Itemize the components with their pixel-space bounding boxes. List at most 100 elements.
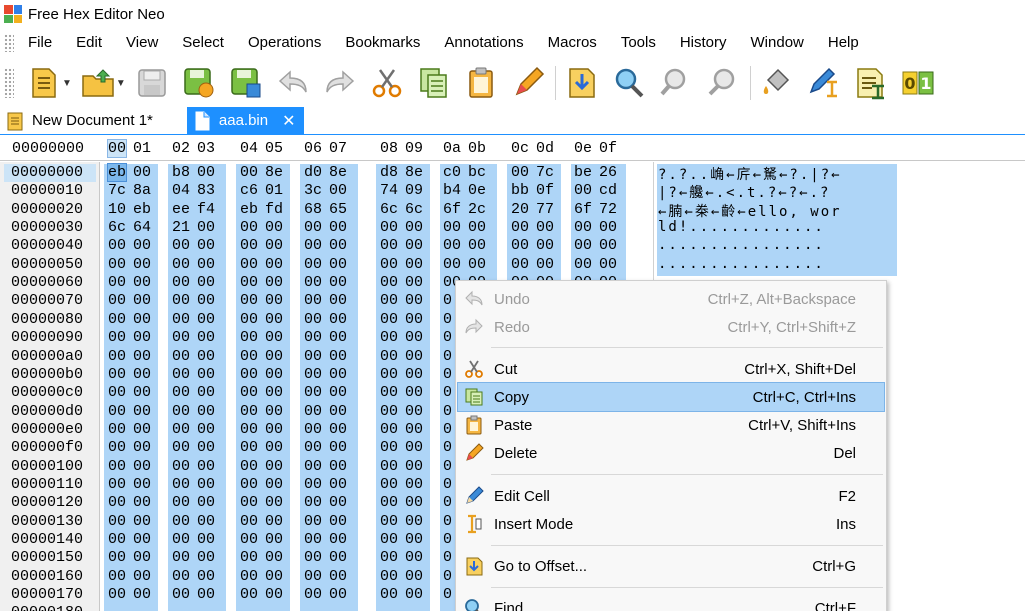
hex-byte-cell[interactable]: 00 [329,403,347,420]
insert-mode-button[interactable] [804,63,844,103]
hex-byte-cell[interactable]: 00 [304,476,322,493]
hex-byte-cell[interactable]: 01 [265,182,283,199]
hex-byte-cell[interactable]: 00 [265,311,283,328]
hex-byte-cell[interactable]: 00 [265,439,283,456]
hex-byte-cell[interactable]: bc [468,164,486,181]
hex-byte-cell[interactable]: 00 [329,274,347,291]
hex-byte-cell[interactable]: 00 [197,292,215,309]
hex-byte-cell[interactable]: 00 [133,311,151,328]
hex-byte-cell[interactable]: 00 [197,348,215,365]
hex-byte-cell[interactable]: 00 [197,237,215,254]
hex-byte-cell[interactable]: 00 [265,513,283,530]
hex-byte-cell[interactable]: 00 [133,439,151,456]
hex-byte-cell[interactable]: 00 [265,366,283,383]
hex-byte-cell[interactable]: 00 [380,513,398,530]
hex-byte-cell[interactable]: 00 [197,329,215,346]
hex-byte-cell[interactable]: 00 [329,476,347,493]
hex-byte-cell[interactable]: 21 [172,219,190,236]
hex-byte-cell[interactable]: f4 [197,201,215,218]
hex-byte-cell[interactable]: 0 [443,292,452,309]
hex-byte-cell[interactable]: 00 [172,549,190,566]
hex-byte-cell[interactable]: 00 [240,403,258,420]
hex-byte-cell[interactable]: 00 [443,237,461,254]
hex-byte-cell[interactable]: 00 [304,568,322,585]
hex-byte-cell[interactable]: 0 [443,458,452,475]
text-row[interactable]: ................ [658,256,825,272]
hex-byte-cell[interactable]: 00 [405,531,423,548]
hex-byte-cell[interactable]: 00 [380,421,398,438]
hex-byte-cell[interactable]: 00 [172,568,190,585]
hex-byte-cell[interactable]: b4 [443,182,461,199]
hex-byte-cell[interactable]: 00 [172,311,190,328]
hex-byte-cell[interactable]: 00 [304,237,322,254]
hex-byte-cell[interactable]: 00 [197,164,215,181]
hex-byte-cell[interactable]: 00 [265,494,283,511]
hex-byte-cell[interactable]: 00 [108,513,126,530]
hex-byte-cell[interactable]: ee [172,201,190,218]
hex-byte-cell[interactable]: 00 [405,403,423,420]
hex-byte-cell[interactable]: 00 [265,274,283,291]
new-document-button[interactable] [24,63,64,103]
hex-byte-cell[interactable]: 00 [265,219,283,236]
hex-byte-cell[interactable]: 00 [380,568,398,585]
hex-byte-cell[interactable]: 0 [443,421,452,438]
hex-byte-cell[interactable]: 00 [599,256,617,273]
hex-byte-cell[interactable]: 7c [108,182,126,199]
save-as-button[interactable] [179,63,219,103]
hex-byte-cell[interactable]: 00 [133,476,151,493]
hex-byte-cell[interactable]: 65 [329,201,347,218]
hex-byte-cell[interactable]: 00 [265,531,283,548]
hex-byte-cell[interactable]: 00 [380,476,398,493]
hex-byte-cell[interactable]: 00 [304,274,322,291]
hex-byte-cell[interactable]: 00 [108,292,126,309]
undo-button[interactable] [273,63,313,103]
hex-byte-cell[interactable]: 0 [443,311,452,328]
hex-byte-cell[interactable]: 00 [240,531,258,548]
hex-byte-cell[interactable]: 00 [304,219,322,236]
hex-byte-cell[interactable]: 00 [133,329,151,346]
ctx-paste[interactable]: Paste Ctrl+V, Shift+Ins [458,411,884,439]
hex-byte-cell[interactable]: 0 [443,384,452,401]
hex-byte-cell[interactable]: 00 [265,348,283,365]
hex-byte-cell[interactable]: 00 [329,549,347,566]
hex-byte-cell[interactable]: 00 [329,311,347,328]
hex-byte-cell[interactable]: 00 [511,237,529,254]
menu-bookmarks[interactable]: Bookmarks [333,29,432,57]
hex-byte-cell[interactable]: 00 [329,182,347,199]
menu-file[interactable]: File [24,29,64,57]
hex-byte-cell[interactable]: 00 [240,494,258,511]
hex-byte-cell[interactable]: 00 [329,494,347,511]
ctx-copy[interactable]: Copy Ctrl+C, Ctrl+Ins [457,382,885,412]
hex-byte-cell[interactable]: 00 [172,403,190,420]
hex-byte-cell[interactable]: 00 [304,458,322,475]
hex-byte-cell[interactable]: b8 [172,164,190,181]
hex-byte-cell[interactable]: 00 [108,384,126,401]
hex-byte-cell[interactable]: 00 [265,384,283,401]
hex-byte-cell[interactable]: 00 [133,292,151,309]
hex-byte-cell[interactable]: 83 [197,182,215,199]
hex-byte-cell[interactable]: 00 [599,237,617,254]
hex-byte-cell[interactable]: 6f [443,201,461,218]
hex-byte-cell[interactable]: 00 [511,256,529,273]
hex-byte-cell[interactable]: 00 [380,256,398,273]
hex-byte-cell[interactable]: 0 [443,476,452,493]
hex-byte-cell[interactable]: 00 [108,421,126,438]
hex-byte-cell[interactable]: 00 [304,531,322,548]
menu-grip-icon[interactable] [4,34,14,52]
hex-byte-cell[interactable]: d0 [304,164,322,181]
hex-byte-cell[interactable]: 77 [536,201,554,218]
hex-byte-cell[interactable]: 00 [108,348,126,365]
hex-byte-cell[interactable]: 00 [405,439,423,456]
hex-byte-cell[interactable]: 00 [108,311,126,328]
hex-byte-cell[interactable]: 00 [133,513,151,530]
hex-byte-cell[interactable]: 00 [265,421,283,438]
hex-byte-cell[interactable]: 00 [108,494,126,511]
hex-byte-cell[interactable]: 00 [405,329,423,346]
hex-byte-cell[interactable]: 00 [197,256,215,273]
hex-byte-cell[interactable]: 00 [405,311,423,328]
ctx-delete[interactable]: Delete Del [458,439,884,467]
hex-byte-cell[interactable]: 00 [172,586,190,603]
hex-byte-cell[interactable]: 6c [405,201,423,218]
hex-byte-cell[interactable]: 00 [265,568,283,585]
hex-byte-cell[interactable]: 68 [304,201,322,218]
